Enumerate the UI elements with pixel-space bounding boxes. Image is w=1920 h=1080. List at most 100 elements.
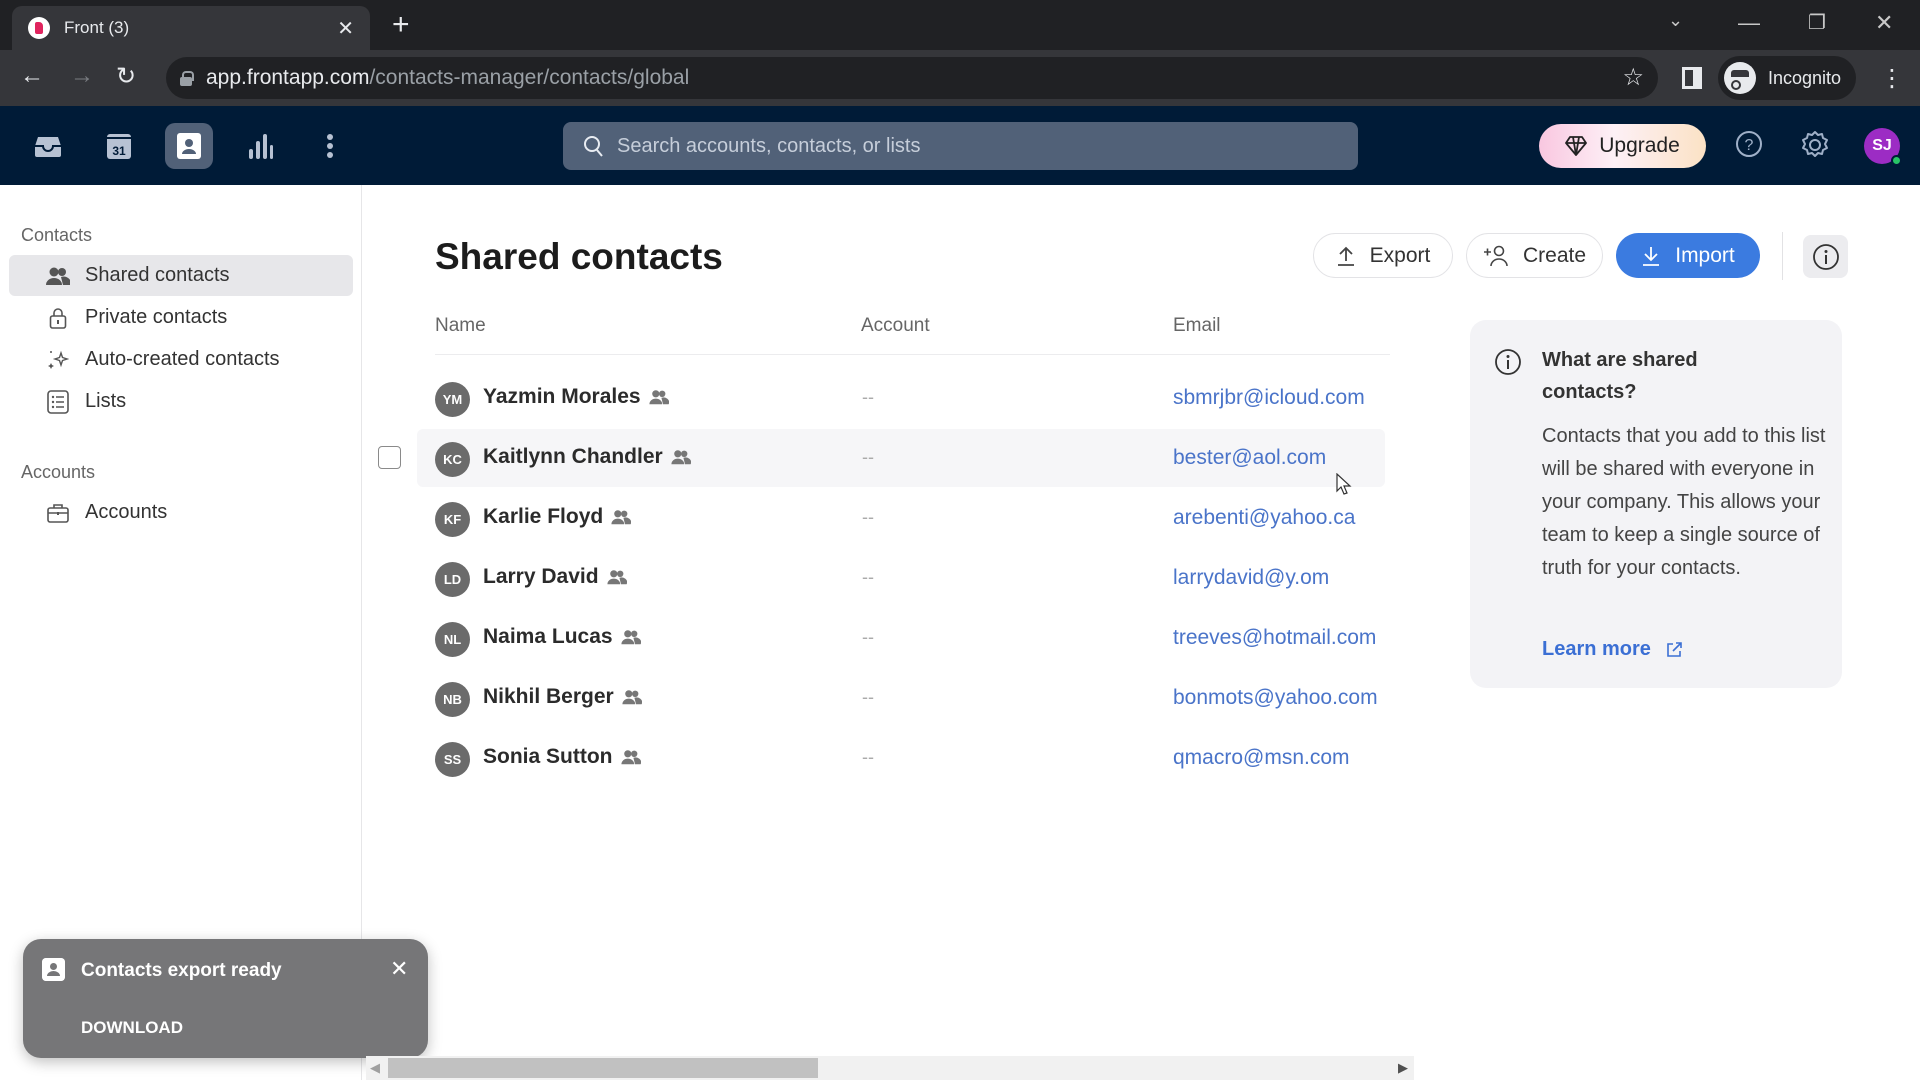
settings-button[interactable]: [1800, 130, 1830, 165]
row-email-text: larrydavid@y.om: [1173, 566, 1330, 589]
nav-analytics[interactable]: [236, 123, 284, 169]
tab-search-chevron-icon[interactable]: ⌄: [1668, 10, 1683, 31]
create-button[interactable]: Create: [1466, 233, 1603, 278]
contact-name[interactable]: Sonia Sutton: [483, 745, 641, 769]
row-name-text: Yazmin Morales: [483, 385, 641, 408]
list-icon: [45, 389, 71, 414]
nav-calendar[interactable]: 31: [95, 123, 143, 169]
contact-email[interactable]: qmacro@msn.com: [1173, 746, 1350, 770]
browser-menu-icon[interactable]: ⋮: [1880, 64, 1904, 93]
info-toggle-button[interactable]: [1803, 235, 1848, 278]
import-label: Import: [1675, 243, 1735, 267]
scroll-right-arrow[interactable]: ▶: [1398, 1060, 1408, 1076]
learn-more-label: Learn more: [1542, 638, 1651, 660]
incognito-profile-button[interactable]: Incognito: [1718, 56, 1856, 100]
bookmark-star-icon[interactable]: ☆: [1622, 63, 1644, 92]
sidebar-item-private-contacts[interactable]: Private contacts: [9, 297, 353, 338]
back-button[interactable]: ←: [20, 62, 44, 90]
table-row[interactable]: SS Sonia Sutton -- qmacro@msn.com: [417, 729, 1385, 787]
contact-name[interactable]: Larry David: [483, 565, 627, 589]
accounts-section-heading: Accounts: [21, 462, 96, 482]
contact-name[interactable]: Yazmin Morales: [483, 385, 669, 409]
row-account-text: --: [862, 747, 874, 767]
column-header-account[interactable]: Account: [861, 315, 930, 337]
table-row[interactable]: YM Yazmin Morales -- sbmrjbr@icloud.com: [417, 369, 1385, 427]
sidebar-item-lists[interactable]: Lists: [9, 381, 353, 422]
contact-account: --: [862, 387, 874, 408]
contact-email[interactable]: bonmots@yahoo.com: [1173, 686, 1378, 710]
incognito-icon: [1724, 62, 1756, 94]
browser-tab[interactable]: Front (3) ✕: [12, 6, 370, 50]
nav-contacts[interactable]: [165, 123, 213, 169]
row-initials-text: KC: [443, 452, 462, 467]
briefcase-icon: [45, 503, 71, 523]
contact-name[interactable]: Kaitlynn Chandler: [483, 445, 691, 469]
page-title: Shared contacts: [435, 236, 723, 277]
contact-email[interactable]: sbmrjbr@icloud.com: [1173, 386, 1365, 410]
app-header: 31 Search accounts, contacts, or lists U…: [0, 106, 1920, 185]
users-icon: [45, 266, 71, 286]
row-account-text: --: [862, 567, 874, 587]
gear-icon: [1802, 131, 1828, 157]
table-row[interactable]: NB Nikhil Berger -- bonmots@yahoo.com: [417, 669, 1385, 727]
help-icon: ?: [1736, 131, 1762, 157]
row-initials-text: NB: [443, 692, 462, 707]
row-name-text: Naima Lucas: [483, 625, 613, 648]
contact-account: --: [862, 627, 874, 648]
nav-more[interactable]: [306, 123, 354, 169]
create-label: Create: [1522, 243, 1587, 267]
sidebar-item-accounts[interactable]: Accounts: [9, 492, 353, 533]
toolbar-divider: [1782, 232, 1783, 280]
table-row[interactable]: NL Naima Lucas -- treeves@hotmail.com: [417, 609, 1385, 667]
forward-button[interactable]: →: [70, 62, 94, 90]
download-button[interactable]: DOWNLOAD: [81, 1018, 183, 1038]
user-avatar[interactable]: SJ: [1864, 128, 1902, 166]
contact-email[interactable]: treeves@hotmail.com: [1173, 626, 1376, 650]
new-tab-button[interactable]: +: [392, 8, 410, 42]
address-bar[interactable]: app.frontapp.com/contacts-manager/contac…: [166, 57, 1658, 99]
contact-name[interactable]: Nikhil Berger: [483, 685, 642, 709]
export-button[interactable]: Export: [1313, 233, 1453, 278]
learn-more-link[interactable]: Learn more: [1542, 638, 1683, 661]
global-search-input[interactable]: Search accounts, contacts, or lists: [563, 122, 1358, 170]
row-email-text: qmacro@msn.com: [1173, 746, 1350, 769]
contact-avatar: LD: [435, 562, 470, 597]
close-tab-icon[interactable]: ✕: [337, 16, 354, 41]
minimize-button[interactable]: —: [1738, 10, 1760, 36]
contact-name[interactable]: Karlie Floyd: [483, 505, 632, 529]
contacts-icon: [42, 958, 65, 981]
row-email-text: bester@aol.com: [1173, 446, 1327, 469]
toast-close-icon[interactable]: ✕: [390, 956, 408, 982]
sidebar-item-auto-created-contacts[interactable]: Auto-created contacts: [9, 339, 353, 380]
external-link-icon: [1667, 641, 1682, 657]
scrollbar-thumb[interactable]: [388, 1058, 818, 1078]
row-account-text: --: [862, 687, 874, 707]
close-window-button[interactable]: ✕: [1875, 10, 1893, 36]
reload-button[interactable]: ↻: [116, 62, 136, 91]
column-header-email[interactable]: Email: [1173, 315, 1221, 337]
contact-email[interactable]: larrydavid@y.om: [1173, 566, 1329, 590]
upgrade-label: Upgrade: [1599, 134, 1680, 157]
column-header-name[interactable]: Name: [435, 315, 486, 337]
horizontal-scrollbar[interactable]: ◀ ▶: [366, 1056, 1414, 1080]
row-select-checkbox[interactable]: [378, 446, 401, 469]
sidebar-item-shared-contacts[interactable]: Shared contacts: [9, 255, 353, 296]
import-button[interactable]: Import: [1616, 233, 1760, 278]
side-panel-icon[interactable]: [1682, 67, 1702, 89]
row-name-text: Larry David: [483, 565, 599, 588]
restore-button[interactable]: ❐: [1808, 10, 1826, 35]
scroll-left-arrow[interactable]: ◀: [370, 1060, 380, 1076]
contact-name[interactable]: Naima Lucas: [483, 625, 641, 649]
table-row[interactable]: KF Karlie Floyd -- arebenti@yahoo.ca: [417, 489, 1385, 547]
table-row[interactable]: KC Kaitlynn Chandler -- bester@aol.com: [417, 429, 1385, 487]
contact-account: --: [862, 567, 874, 588]
help-button[interactable]: ?: [1735, 130, 1763, 163]
tab-title: Front (3): [64, 18, 130, 37]
upgrade-button[interactable]: Upgrade: [1539, 124, 1706, 168]
contact-email[interactable]: arebenti@yahoo.ca: [1173, 506, 1355, 530]
table-row[interactable]: LD Larry David -- larrydavid@y.om: [417, 549, 1385, 607]
shared-users-icon: [620, 630, 641, 645]
lock-icon: [180, 71, 194, 86]
contact-email[interactable]: bester@aol.com: [1173, 446, 1326, 470]
nav-inbox[interactable]: [24, 123, 72, 169]
